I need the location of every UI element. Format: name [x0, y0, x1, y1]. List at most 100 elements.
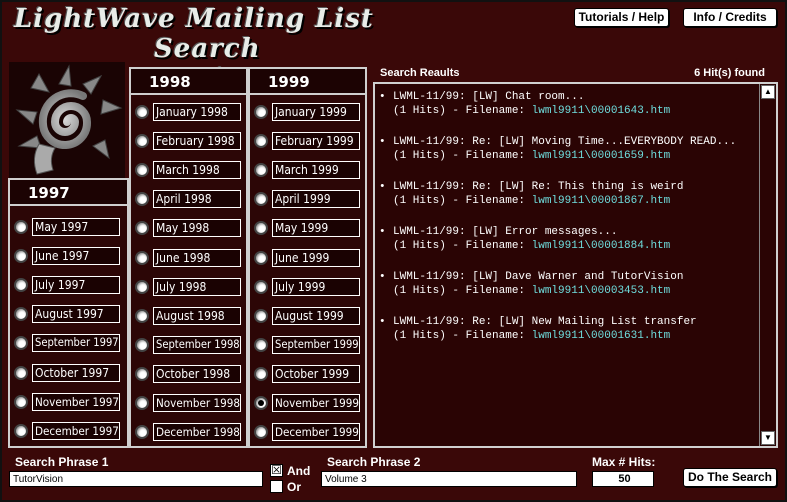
year-heading-1999: 1999 — [250, 69, 365, 95]
month-option[interactable]: March 1998 — [135, 160, 241, 180]
do-search-button[interactable]: Do The Search — [683, 468, 777, 487]
month-radio[interactable] — [14, 365, 28, 380]
month-label: July 1997 — [32, 276, 120, 295]
month-option[interactable]: June 1997 — [14, 246, 120, 266]
result-item[interactable]: • LWML-11/99: [LW] Chat room... (1 Hits) -… — [379, 90, 754, 118]
month-option[interactable]: April 1998 — [135, 189, 241, 209]
result-filename-link[interactable]: lwml9911\00001631.htm — [532, 330, 671, 342]
result-subject[interactable]: LWML-11/99: [LW] Dave Warner and TutorVi… — [393, 271, 683, 283]
month-option[interactable]: February 1999 — [254, 131, 360, 151]
result-item[interactable]: • LWML-11/99: Re: [LW] Moving Time...EVER… — [379, 135, 754, 163]
month-option[interactable]: April 1999 — [254, 189, 360, 209]
month-option[interactable]: May 1999 — [254, 218, 360, 238]
month-option[interactable]: June 1998 — [135, 248, 241, 268]
month-radio[interactable] — [14, 336, 28, 351]
month-option[interactable]: May 1998 — [135, 218, 241, 238]
search-phrase-2-input[interactable] — [321, 471, 577, 487]
month-radio[interactable] — [254, 308, 268, 323]
month-radio[interactable] — [135, 221, 149, 236]
month-radio[interactable] — [254, 337, 268, 352]
month-option[interactable]: August 1997 — [14, 304, 120, 324]
month-radio[interactable] — [14, 278, 28, 293]
month-option[interactable]: December 1998 — [135, 422, 241, 442]
search-phrase-1-input[interactable] — [9, 471, 263, 487]
month-option[interactable]: November 1997 — [14, 392, 120, 412]
scroll-up-icon[interactable]: ▲ — [761, 85, 775, 99]
result-subject[interactable]: LWML-11/99: Re: [LW] Moving Time...EVERY… — [393, 136, 736, 148]
month-option[interactable]: October 1999 — [254, 364, 360, 384]
month-option[interactable]: November 1998 — [135, 393, 241, 413]
month-label: February 1999 — [272, 132, 360, 151]
month-radio[interactable] — [14, 307, 28, 322]
scroll-down-icon[interactable]: ▼ — [761, 431, 775, 445]
result-item[interactable]: • LWML-11/99: Re: [LW] Re: This thing is … — [379, 180, 754, 208]
month-option[interactable]: June 1999 — [254, 248, 360, 268]
month-option[interactable]: May 1997 — [14, 217, 120, 237]
month-option[interactable]: July 1997 — [14, 275, 120, 295]
month-option[interactable]: September 1998 — [135, 335, 241, 355]
month-radio[interactable] — [254, 396, 268, 410]
month-radio[interactable] — [14, 220, 28, 234]
month-option[interactable]: August 1999 — [254, 306, 360, 326]
month-radio[interactable] — [254, 250, 268, 265]
info-credits-button[interactable]: Info / Credits — [683, 8, 777, 27]
month-option[interactable]: September 1999 — [254, 335, 360, 355]
results-list[interactable]: • LWML-11/99: [LW] Chat room... (1 Hits) -… — [373, 82, 778, 448]
result-item[interactable]: • LWML-11/99: [LW] Dave Warner and TutorV… — [379, 270, 754, 298]
result-subject[interactable]: LWML-11/99: Re: [LW] New Mailing List tr… — [393, 316, 697, 328]
month-radio[interactable] — [254, 366, 268, 381]
month-radio[interactable] — [135, 396, 149, 410]
result-item[interactable]: • LWML-11/99: Re: [LW] New Mailing List t… — [379, 315, 754, 343]
month-option[interactable]: March 1999 — [254, 160, 360, 180]
month-radio[interactable] — [135, 134, 149, 149]
month-label: January 1999 — [272, 103, 360, 121]
month-radio[interactable] — [254, 105, 268, 119]
month-radio[interactable] — [135, 192, 149, 207]
month-radio[interactable] — [254, 221, 268, 236]
month-radio[interactable] — [254, 134, 268, 149]
month-radio[interactable] — [254, 163, 268, 178]
month-radio[interactable] — [14, 423, 28, 438]
results-scrollbar[interactable]: ▲ ▼ — [759, 84, 776, 446]
result-filename-link[interactable]: lwml9911\00001659.htm — [532, 150, 671, 162]
bullet-icon: • — [379, 226, 386, 238]
month-option[interactable]: July 1998 — [135, 277, 241, 297]
month-option[interactable]: November 1999 — [254, 393, 360, 413]
tutorials-help-button[interactable]: Tutorials / Help — [574, 8, 669, 27]
result-filename-link[interactable]: lwml9911\00001867.htm — [532, 195, 671, 207]
month-option[interactable]: February 1998 — [135, 131, 241, 151]
result-subject[interactable]: LWML-11/99: Re: [LW] Re: This thing is w… — [393, 181, 683, 193]
month-option[interactable]: September 1997 — [14, 333, 120, 353]
month-radio[interactable] — [135, 366, 149, 381]
month-option[interactable]: October 1997 — [14, 363, 120, 383]
month-option[interactable]: December 1997 — [14, 421, 120, 441]
month-radio[interactable] — [135, 308, 149, 323]
month-radio[interactable] — [254, 192, 268, 207]
month-radio[interactable] — [135, 337, 149, 352]
month-radio[interactable] — [135, 250, 149, 265]
result-filename-link[interactable]: lwml9911\00001643.htm — [532, 105, 671, 117]
month-option[interactable]: December 1999 — [254, 422, 360, 442]
month-option[interactable]: August 1998 — [135, 306, 241, 326]
result-filename-link[interactable]: lwml9911\00003453.htm — [532, 285, 671, 297]
result-subject[interactable]: LWML-11/99: [LW] Chat room... — [393, 91, 584, 103]
month-option[interactable]: October 1998 — [135, 364, 241, 384]
month-radio[interactable] — [254, 279, 268, 294]
result-item[interactable]: • LWML-11/99: [LW] Error messages... (1 Hi… — [379, 225, 754, 253]
month-radio[interactable] — [135, 105, 149, 119]
month-option[interactable]: January 1998 — [135, 102, 241, 122]
month-radio[interactable] — [14, 394, 28, 409]
month-radio[interactable] — [135, 425, 149, 440]
month-radio[interactable] — [14, 249, 28, 264]
month-radio[interactable] — [135, 163, 149, 178]
month-label: June 1998 — [153, 248, 241, 267]
month-option[interactable]: July 1999 — [254, 277, 360, 297]
or-checkbox[interactable] — [270, 480, 283, 493]
max-hits-input[interactable] — [592, 471, 654, 487]
result-filename-link[interactable]: lwml9911\00001884.htm — [532, 240, 671, 252]
result-subject[interactable]: LWML-11/99: [LW] Error messages... — [393, 226, 617, 238]
month-option[interactable]: January 1999 — [254, 102, 360, 122]
month-radio[interactable] — [135, 279, 149, 294]
and-checkbox[interactable]: ☒ — [270, 464, 283, 477]
month-radio[interactable] — [254, 425, 268, 440]
